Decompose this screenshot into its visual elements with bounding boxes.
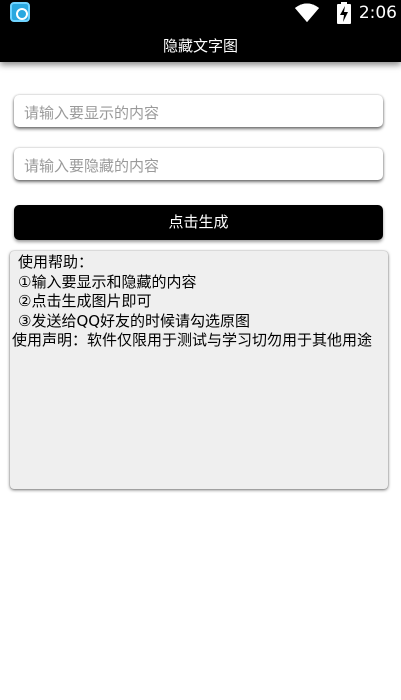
status-time: 2:06 <box>358 3 397 23</box>
display-content-field[interactable] <box>14 95 383 127</box>
help-panel: 使用帮助： ①输入要显示和隐藏的内容 ②点击生成图片即可 ③发送给QQ好友的时候… <box>10 251 388 489</box>
status-bar: 2:06 <box>0 0 401 26</box>
page-title: 隐藏文字图 <box>162 37 238 55</box>
help-disclaimer: 使用声明：软件仅限用于测试与学习切勿用于其他用途 <box>12 331 373 349</box>
app-title-bar: 隐藏文字图 <box>0 26 401 62</box>
hidden-content-field[interactable] <box>14 148 383 180</box>
help-step: ②点击生成图片即可 <box>18 292 152 310</box>
generate-button[interactable]: 点击生成 <box>14 205 383 240</box>
display-content-input[interactable] <box>24 101 374 125</box>
help-heading: 使用帮助： <box>18 253 94 271</box>
help-step: ③发送给QQ好友的时候请勾选原图 <box>18 311 251 330</box>
app-notification-icon <box>10 2 30 22</box>
wifi-icon <box>295 3 319 22</box>
hidden-content-input[interactable] <box>24 154 374 178</box>
help-step: ①输入要显示和隐藏的内容 <box>18 272 197 291</box>
battery-charging-icon <box>337 2 351 24</box>
